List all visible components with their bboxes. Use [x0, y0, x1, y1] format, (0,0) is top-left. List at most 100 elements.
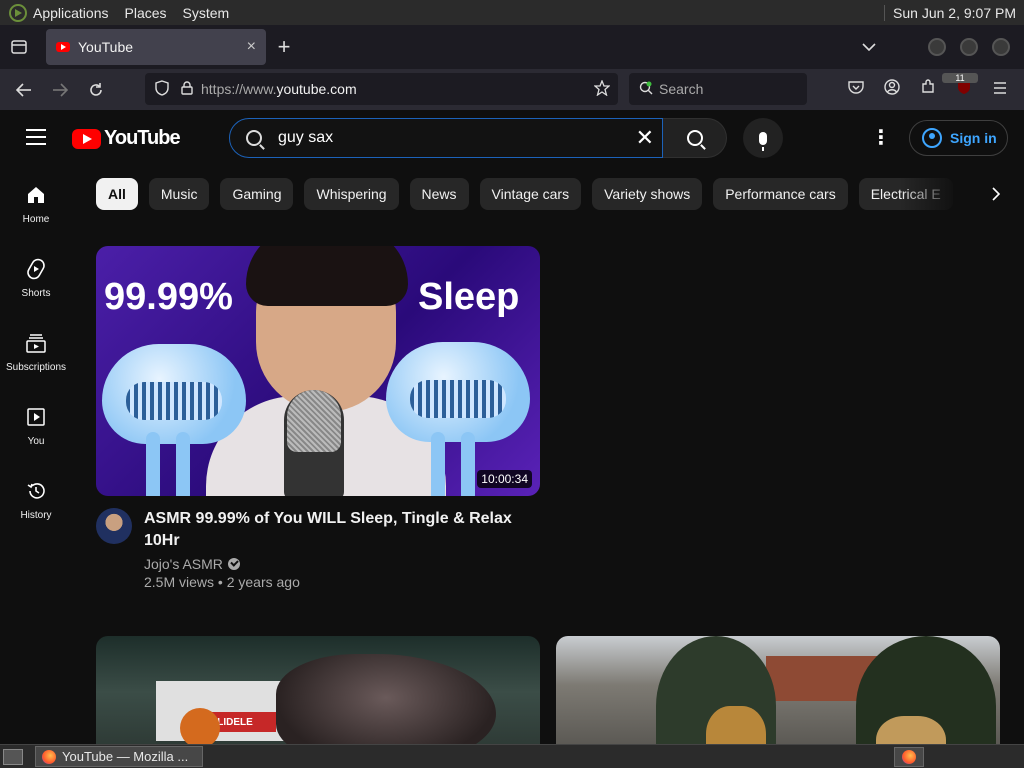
os-taskbar: YouTube — Mozilla ...: [0, 744, 1024, 768]
chip-variety-shows[interactable]: Variety shows: [592, 178, 703, 210]
menu-places[interactable]: Places: [125, 5, 167, 21]
sidebar-label-history: History: [20, 510, 52, 521]
chip-news[interactable]: News: [409, 178, 469, 210]
voice-search-button[interactable]: [743, 118, 783, 158]
sidebar-item-shorts[interactable]: Shorts: [0, 240, 72, 314]
tab-close-icon[interactable]: ×: [247, 38, 256, 56]
sidebar-item-you[interactable]: You: [0, 388, 72, 462]
tray-firefox-icon[interactable]: [894, 746, 924, 767]
window-close-button[interactable]: [992, 38, 1010, 56]
pocket-icon[interactable]: [838, 80, 874, 99]
youtube-header: YouTube ✕ ⋮ Sign in: [0, 110, 1024, 166]
account-circle-icon: [922, 128, 942, 148]
thumb-microphone-grill: [287, 390, 341, 452]
url-bar[interactable]: https://www.youtube.com: [145, 73, 618, 105]
search-button[interactable]: [663, 118, 727, 158]
firefox-tray-icon: [902, 749, 916, 764]
sidebar-label-shorts: Shorts: [21, 288, 51, 299]
history-icon: [25, 480, 47, 502]
hamburger-menu-icon[interactable]: [982, 81, 1018, 99]
you-icon: [25, 406, 47, 428]
clear-search-icon[interactable]: ✕: [636, 127, 654, 149]
ublock-icon[interactable]: 11: [942, 73, 982, 100]
chip-performance-cars[interactable]: Performance cars: [713, 178, 848, 210]
video-thumbnail-3[interactable]: [556, 636, 1000, 744]
chip-all[interactable]: All: [96, 178, 138, 210]
url-domain: youtube.com: [276, 81, 357, 97]
sign-in-button[interactable]: Sign in: [909, 120, 1008, 156]
account-icon[interactable]: [874, 79, 910, 100]
sidebar-label-home: Home: [22, 214, 50, 225]
chevron-right-icon[interactable]: [980, 178, 1012, 210]
youtube-search-box[interactable]: ✕: [229, 118, 663, 158]
thumb-text-right: Sleep: [418, 276, 520, 318]
chip-whispering[interactable]: Whispering: [304, 178, 399, 210]
clock[interactable]: Sun Jun 2, 9:07 PM: [884, 4, 1020, 21]
reload-button[interactable]: [78, 72, 114, 108]
youtube-logo-text: YouTube: [104, 127, 181, 149]
thumb-right-device: [386, 342, 530, 442]
chevron-down-icon[interactable]: [862, 38, 876, 56]
youtube-page: YouTube ✕ ⋮ Sign in Home: [0, 110, 1024, 744]
chip-vintage-cars[interactable]: Vintage cars: [479, 178, 582, 210]
thumb2-person: [180, 708, 220, 744]
thumb3-figure: [706, 706, 766, 744]
extensions-icon[interactable]: [910, 79, 946, 100]
youtube-logo[interactable]: YouTube: [72, 127, 181, 150]
url-prefix: https://www.: [201, 81, 277, 97]
video-card[interactable]: 99.99% Sleep 10:00:34 ASMR 99.99% of You…: [96, 246, 540, 590]
search-engine-icon: [639, 81, 653, 98]
search-input[interactable]: [278, 129, 608, 147]
ublock-badge: 11: [942, 73, 978, 83]
avatar[interactable]: [96, 508, 132, 544]
sidebar-item-home[interactable]: Home: [0, 166, 72, 240]
tab-bar: YouTube × +: [0, 25, 1024, 69]
thumb-right-leg: [431, 432, 445, 496]
menu-system[interactable]: System: [183, 5, 230, 21]
tab-list-icon[interactable]: [0, 25, 38, 69]
subscriptions-icon: [25, 332, 47, 354]
channel-name[interactable]: Jojo's ASMR: [144, 556, 223, 572]
chip-gaming[interactable]: Gaming: [220, 178, 294, 210]
shield-icon[interactable]: [155, 79, 169, 99]
bookmark-star-icon[interactable]: [593, 78, 611, 99]
video-thumbnail-2[interactable]: BLIDELE: [96, 636, 540, 744]
video-meta: ASMR 99.99% of You WILL Sleep, Tingle & …: [96, 508, 540, 590]
thumb-left-device: [102, 344, 246, 444]
url-text: https://www.youtube.com: [201, 81, 357, 97]
thumb-right-vent: [410, 380, 506, 418]
os-top-panel: Applications Places System Sun Jun 2, 9:…: [0, 0, 1024, 25]
thumb-text-left: 99.99%: [104, 276, 233, 318]
lock-icon[interactable]: [181, 80, 193, 98]
browser-search-placeholder: Search: [659, 81, 704, 97]
settings-kebab-icon[interactable]: ⋮: [866, 128, 896, 148]
video-stats: 2.5M views • 2 years ago: [144, 574, 300, 590]
shorts-icon: [25, 258, 47, 280]
distro-logo-icon[interactable]: [9, 3, 27, 22]
tab-youtube[interactable]: YouTube ×: [46, 29, 266, 65]
menu-applications[interactable]: Applications: [33, 5, 109, 21]
sidebar-label-subscriptions: Subscriptions: [5, 362, 67, 373]
sidebar-item-subscriptions[interactable]: Subscriptions: [0, 314, 72, 388]
chip-music[interactable]: Music: [148, 178, 210, 210]
browser-search-bar[interactable]: Search: [629, 73, 807, 105]
window-maximize-button[interactable]: [960, 38, 978, 56]
window-minimize-button[interactable]: [928, 38, 946, 56]
search-icon: [686, 130, 703, 146]
sidebar-item-history[interactable]: History: [0, 462, 72, 536]
forward-button[interactable]: [42, 72, 78, 108]
mini-guide-sidebar: Home Shorts Subscriptions You History: [0, 166, 72, 744]
thumb-right-leg2: [461, 432, 475, 496]
taskbar-item-label: YouTube — Mozilla ...: [62, 749, 189, 764]
taskbar-item-firefox[interactable]: YouTube — Mozilla ...: [35, 746, 203, 767]
thumb-left-vent: [126, 382, 222, 420]
back-button[interactable]: [6, 72, 42, 108]
show-desktop-icon[interactable]: [3, 748, 23, 765]
video-thumbnail[interactable]: 99.99% Sleep 10:00:34: [96, 246, 540, 496]
chip-bar: All Music Gaming Whispering News Vintage…: [96, 178, 960, 210]
new-tab-button[interactable]: +: [266, 29, 302, 65]
sign-in-label: Sign in: [950, 130, 997, 146]
guide-menu-icon[interactable]: [26, 129, 46, 145]
microphone-icon: [759, 131, 767, 151]
video-title[interactable]: ASMR 99.99% of You WILL Sleep, Tingle & …: [144, 508, 514, 552]
